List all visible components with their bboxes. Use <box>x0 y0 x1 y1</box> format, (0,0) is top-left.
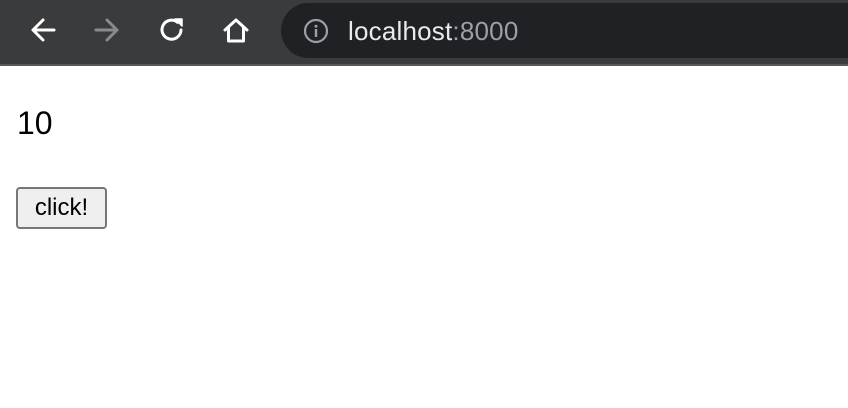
counter-value: 10 <box>17 105 53 141</box>
forward-button[interactable] <box>90 13 124 47</box>
reload-icon <box>160 18 183 41</box>
address-bar[interactable]: localhost:8000 <box>281 3 848 58</box>
info-icon[interactable] <box>303 18 329 44</box>
click-button[interactable]: click! <box>16 187 107 229</box>
url-host: localhost <box>348 16 453 46</box>
page-content: 10 click! <box>0 68 848 408</box>
reload-button[interactable] <box>155 13 189 47</box>
home-button[interactable] <box>219 13 253 47</box>
browser-toolbar: localhost:8000 <box>0 0 848 66</box>
url-port: :8000 <box>452 16 519 46</box>
back-button[interactable] <box>26 13 60 47</box>
arrow-right-icon <box>94 18 119 42</box>
home-icon <box>223 18 249 43</box>
arrow-left-icon <box>31 18 56 42</box>
url-text[interactable]: localhost:8000 <box>348 15 519 47</box>
